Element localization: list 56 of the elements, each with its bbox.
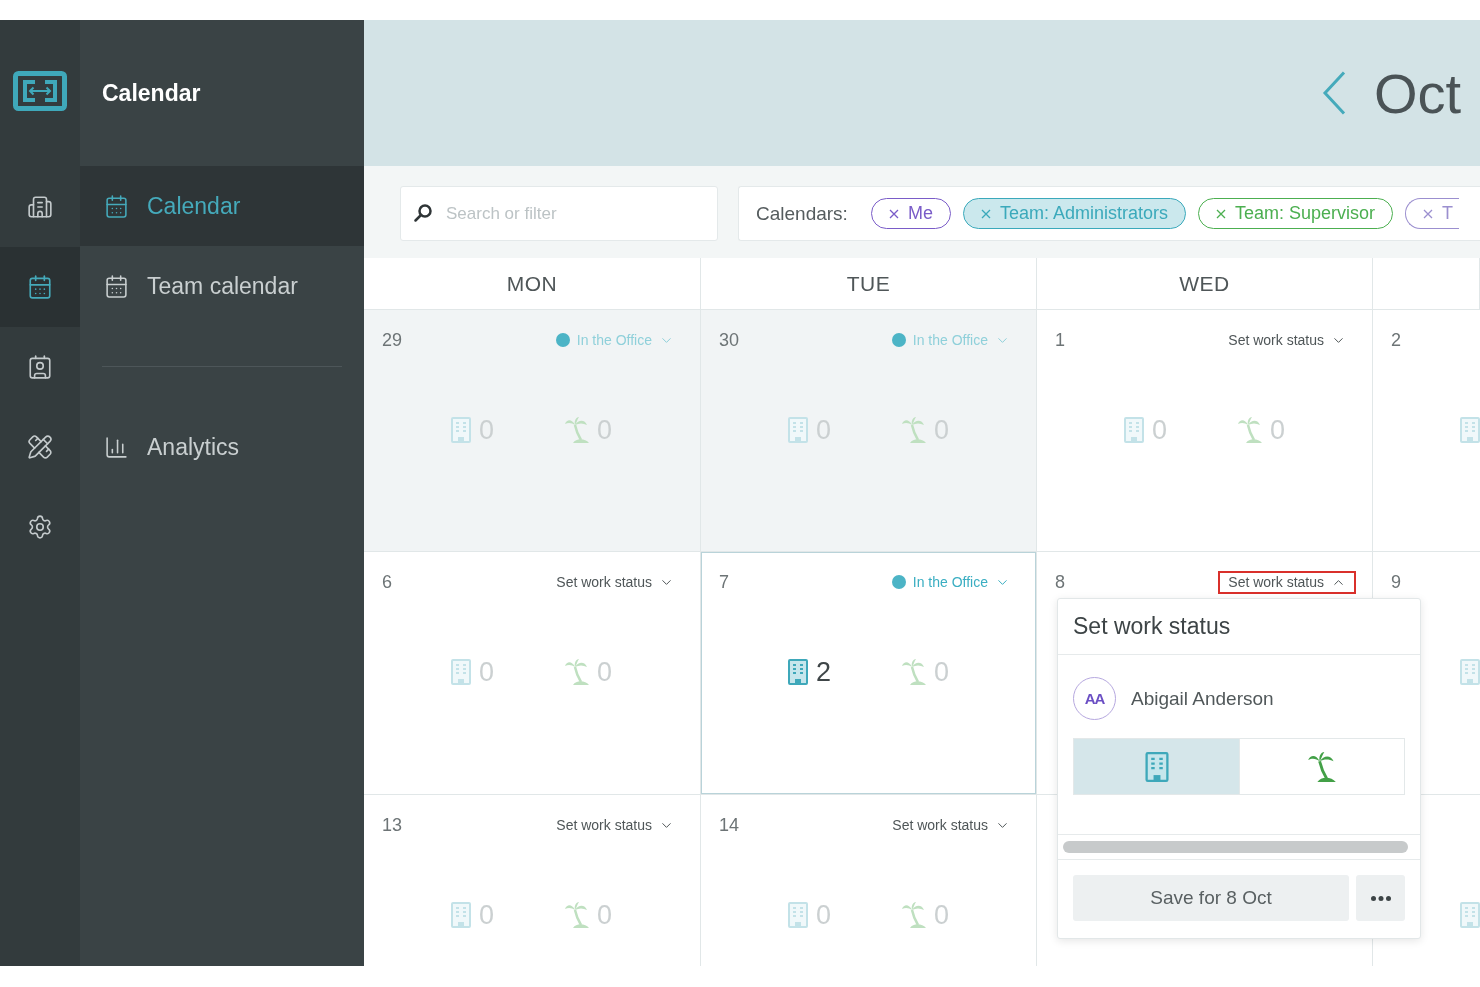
day-number: 6 [382,571,392,593]
search-field[interactable]: Search or filter [400,186,718,241]
chevron-left-icon [1322,71,1346,115]
more-button[interactable] [1356,875,1405,921]
office-count: 2 [816,656,832,688]
weekday-label: WED [1179,271,1230,296]
day-number: 30 [719,329,740,351]
status-dot-icon [891,333,906,347]
day-number: 7 [719,571,729,593]
contact-card-icon [27,354,53,380]
day-number: 29 [382,329,403,351]
search-icon [414,204,432,222]
building-icon [27,194,53,220]
popup-title: Set work status [1073,613,1231,640]
close-icon [888,208,899,219]
weekday-label: MON [506,271,558,296]
day-number: 2 [1391,329,1401,351]
nav-item[interactable]: Analytics [80,407,364,487]
nav-item[interactable]: Calendar [80,166,364,246]
settings-icon [27,514,53,540]
app-logo [13,71,67,111]
day-number: 1 [1055,329,1065,351]
building-icon [1144,751,1169,782]
user-name: Abigail Anderson [1131,687,1274,710]
nav-title: Calendar [102,79,201,107]
work-status-dropdown[interactable]: Set work status [1218,328,1356,352]
work-status-dropdown[interactable]: Set work status [546,570,684,594]
save-button[interactable]: Save for 8 Oct [1073,875,1349,921]
work-status-dropdown[interactable]: Set work status [546,813,684,837]
calendar-icon [27,274,53,300]
status-dot-icon [891,575,906,589]
close-icon [1423,208,1434,219]
day-number: 8 [1055,571,1065,593]
status-dot-icon [555,333,570,347]
horizontal-scrollbar[interactable] [1063,841,1408,853]
day-number: 13 [382,814,403,836]
work-status-dropdown[interactable]: Set work status [1218,570,1356,594]
rail-button[interactable] [0,247,80,327]
previous-month-button[interactable] [1322,71,1346,115]
more-icon [1370,895,1391,901]
status-option[interactable] [1074,739,1239,794]
calendar-icon [104,273,129,299]
day-number: 9 [1391,571,1401,593]
nav-item[interactable]: Team calendar [80,246,364,326]
calendars-label: Calendars: [756,202,848,225]
pencil-ruler-icon [27,434,53,460]
work-status-dropdown[interactable]: Set work status [882,813,1020,837]
calendar-icon [104,193,129,219]
month-title: Oct [1374,60,1462,126]
calendar-chip[interactable]: Me [870,198,951,229]
bar-chart-icon [104,434,129,460]
close-icon [1215,208,1226,219]
palm-tree-icon [1308,751,1336,782]
weekday-label: TUE [846,271,891,296]
close-icon [980,208,991,219]
day-number: 14 [719,814,740,836]
